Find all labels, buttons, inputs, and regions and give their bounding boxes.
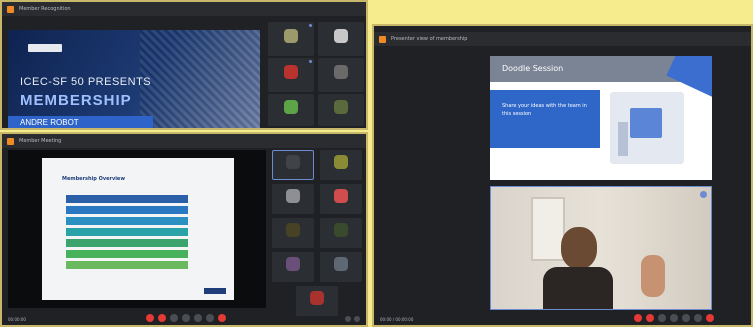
participant-video <box>286 155 300 170</box>
window-titlebar[interactable]: Member Recognition <box>2 2 366 16</box>
slide-bar <box>66 239 188 247</box>
participant-video <box>334 189 348 203</box>
mic-button[interactable] <box>146 314 154 322</box>
participant-tile[interactable] <box>268 58 314 92</box>
participant-video <box>334 64 348 79</box>
participant-video <box>334 257 348 271</box>
more-button[interactable] <box>206 314 214 322</box>
slide-heading: Membership Overview <box>62 176 125 182</box>
more-button[interactable] <box>694 314 702 322</box>
participant-tile[interactable] <box>272 218 314 248</box>
slide-heading: Doodle Session <box>502 64 564 73</box>
participant-video <box>286 223 300 237</box>
slide-bar <box>66 217 188 225</box>
presenter-head <box>561 227 597 269</box>
participant-video <box>284 64 298 79</box>
presenter-hand <box>641 255 665 297</box>
presenter-body <box>543 267 613 309</box>
participant-video <box>286 257 300 271</box>
participant-tile[interactable] <box>318 58 364 92</box>
window-title: Member Recognition <box>19 6 71 12</box>
slide-bar <box>66 228 188 236</box>
mic-button[interactable] <box>634 314 642 322</box>
slide-bar <box>66 206 188 214</box>
presentation-slide: Doodle Session Share your ideas with the… <box>490 56 712 180</box>
participant-tile[interactable] <box>272 184 314 214</box>
camera-button[interactable] <box>158 314 166 322</box>
slide-bar <box>66 250 188 258</box>
participant-video <box>334 223 348 237</box>
meeting-window-bottom: Member Meeting Membership Overview 00:00… <box>0 132 368 327</box>
participant-tile[interactable] <box>320 218 362 248</box>
presenter-window: Presenter view of membership Doodle Sess… <box>372 24 753 327</box>
participant-video <box>334 28 348 43</box>
leave-button[interactable] <box>218 314 226 322</box>
participant-tile[interactable] <box>318 94 364 126</box>
meeting-window-top: Member Recognition ICEC-SF 50 PRESENTS M… <box>0 0 368 130</box>
meeting-timer: 00:00 / 00:00:00 <box>380 317 414 322</box>
participant-tile[interactable] <box>320 184 362 214</box>
participant-tile[interactable] <box>296 286 338 316</box>
window-shape <box>531 197 565 261</box>
slide-logo <box>204 288 226 294</box>
presentation-slide: Membership Overview <box>42 158 234 300</box>
slide-bar <box>66 261 188 269</box>
banner-logo <box>28 44 62 52</box>
app-logo-icon <box>7 5 14 13</box>
participants-button[interactable] <box>194 314 202 322</box>
participant-video <box>334 99 348 114</box>
slide-illustration <box>610 92 684 164</box>
fullscreen-icon[interactable] <box>354 316 360 322</box>
slide-bar <box>66 195 188 203</box>
share-button[interactable] <box>170 314 178 322</box>
window-title: Presenter view of membership <box>391 36 468 42</box>
meeting-controls <box>146 313 226 323</box>
chat-button[interactable] <box>670 314 678 322</box>
camera-button[interactable] <box>646 314 654 322</box>
banner-line-2: MEMBERSHIP <box>20 92 132 109</box>
participant-tile[interactable] <box>268 94 314 126</box>
presenter-video[interactable] <box>490 186 712 310</box>
banner-line-3: ANDRE ROBOT <box>20 118 79 127</box>
participant-video <box>334 155 348 169</box>
window-title: Member Meeting <box>19 138 62 144</box>
participant-tile[interactable] <box>272 252 314 282</box>
pin-icon[interactable] <box>700 191 707 198</box>
app-logo-icon <box>7 137 14 145</box>
participant-tile[interactable] <box>272 150 314 180</box>
slide-bars <box>62 192 192 272</box>
participant-tile[interactable] <box>318 22 364 56</box>
leave-button[interactable] <box>706 314 714 322</box>
window-titlebar[interactable]: Presenter view of membership <box>374 32 751 46</box>
shared-screen-area: Membership Overview <box>8 150 266 308</box>
slide-body: Share your ideas with the team in this s… <box>502 103 587 117</box>
participant-video <box>284 99 298 114</box>
app-logo-icon <box>379 35 386 43</box>
participants-button[interactable] <box>682 314 690 322</box>
participant-video <box>310 291 324 305</box>
banner-line-1: ICEC-SF 50 PRESENTS <box>20 76 152 88</box>
meeting-controls <box>634 313 714 323</box>
bottom-right-icons <box>345 316 360 322</box>
participant-tile[interactable] <box>320 150 362 180</box>
participant-tile[interactable] <box>320 252 362 282</box>
participant-tile[interactable] <box>268 22 314 56</box>
participant-video <box>284 28 298 43</box>
settings-icon[interactable] <box>345 316 351 322</box>
meeting-timer: 00:00:00 <box>8 317 26 322</box>
slide-blue-panel <box>490 90 600 148</box>
window-titlebar[interactable]: Member Meeting <box>2 134 366 148</box>
participant-video <box>286 189 300 203</box>
banner-pattern <box>140 30 260 128</box>
share-button[interactable] <box>658 314 666 322</box>
shared-banner: ICEC-SF 50 PRESENTS MEMBERSHIP ANDRE ROB… <box>8 30 260 128</box>
chat-button[interactable] <box>182 314 190 322</box>
